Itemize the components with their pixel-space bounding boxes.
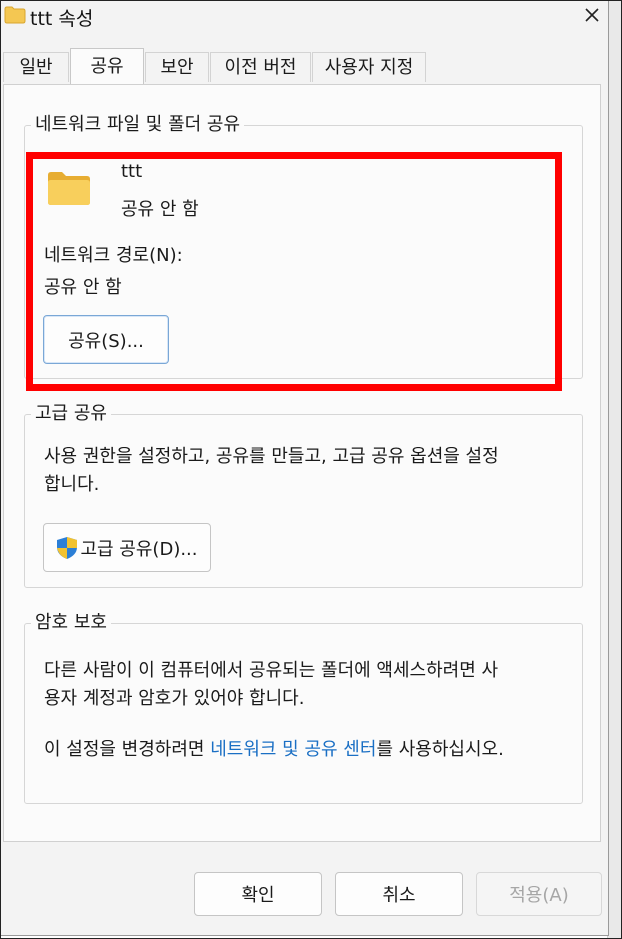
advanced-sharing-button-label: 고급 공유(D)...: [80, 538, 198, 560]
network-sharing-center-link[interactable]: 네트워크 및 공유 센터: [210, 739, 376, 760]
properties-dialog: ttt 속성 일반 공유 보안 이전 버전 사용자 지정 네트워크 파일 및 폴…: [0, 0, 609, 936]
close-button[interactable]: [578, 0, 606, 30]
change-setting-prefix: 이 설정을 변경하려면: [44, 739, 211, 760]
title-bar: ttt 속성: [0, 0, 608, 32]
apply-button[interactable]: 적용(A): [476, 872, 602, 916]
advanced-sharing-button[interactable]: 고급 공유(D)...: [43, 523, 211, 572]
tab-security[interactable]: 보안: [145, 52, 209, 82]
uac-shield-icon: [57, 536, 78, 559]
tab-general[interactable]: 일반: [3, 52, 69, 82]
password-protection-group: 암호 보호: [24, 611, 583, 804]
window-title: ttt 속성: [30, 8, 94, 30]
advanced-sharing-title: 고급 공유: [31, 402, 111, 426]
background-window-edge: [607, 0, 622, 939]
password-protection-title: 암호 보호: [31, 611, 111, 635]
close-icon: [585, 8, 599, 22]
password-protection-text-3: 이 설정을 변경하려면 네트워크 및 공유 센터를 사용하십시오.: [44, 735, 504, 761]
tab-sharing[interactable]: 공유: [70, 48, 144, 84]
tab-strip: 일반 공유 보안 이전 버전 사용자 지정: [0, 48, 608, 84]
change-setting-suffix: 를 사용하십시오.: [376, 739, 504, 760]
network-sharing-title: 네트워크 파일 및 폴더 공유: [31, 113, 245, 137]
password-protection-text-2: 용자 계정과 암호가 있어야 합니다.: [44, 688, 305, 709]
advanced-sharing-description-1: 사용 권한을 설정하고, 공유를 만들고, 고급 공유 옵션을 설정: [44, 446, 499, 467]
password-protection-text-1: 다른 사람이 이 컴퓨터에서 공유되는 폴더에 액세스하려면 사: [44, 660, 499, 681]
cancel-button[interactable]: 취소: [335, 872, 463, 916]
tab-previous-versions[interactable]: 이전 버전: [210, 52, 311, 82]
highlight-box: [26, 152, 562, 391]
advanced-sharing-description-2: 합니다.: [44, 474, 100, 495]
tab-customize[interactable]: 사용자 지정: [312, 52, 426, 82]
folder-icon: [4, 6, 26, 28]
ok-button[interactable]: 확인: [194, 872, 322, 916]
